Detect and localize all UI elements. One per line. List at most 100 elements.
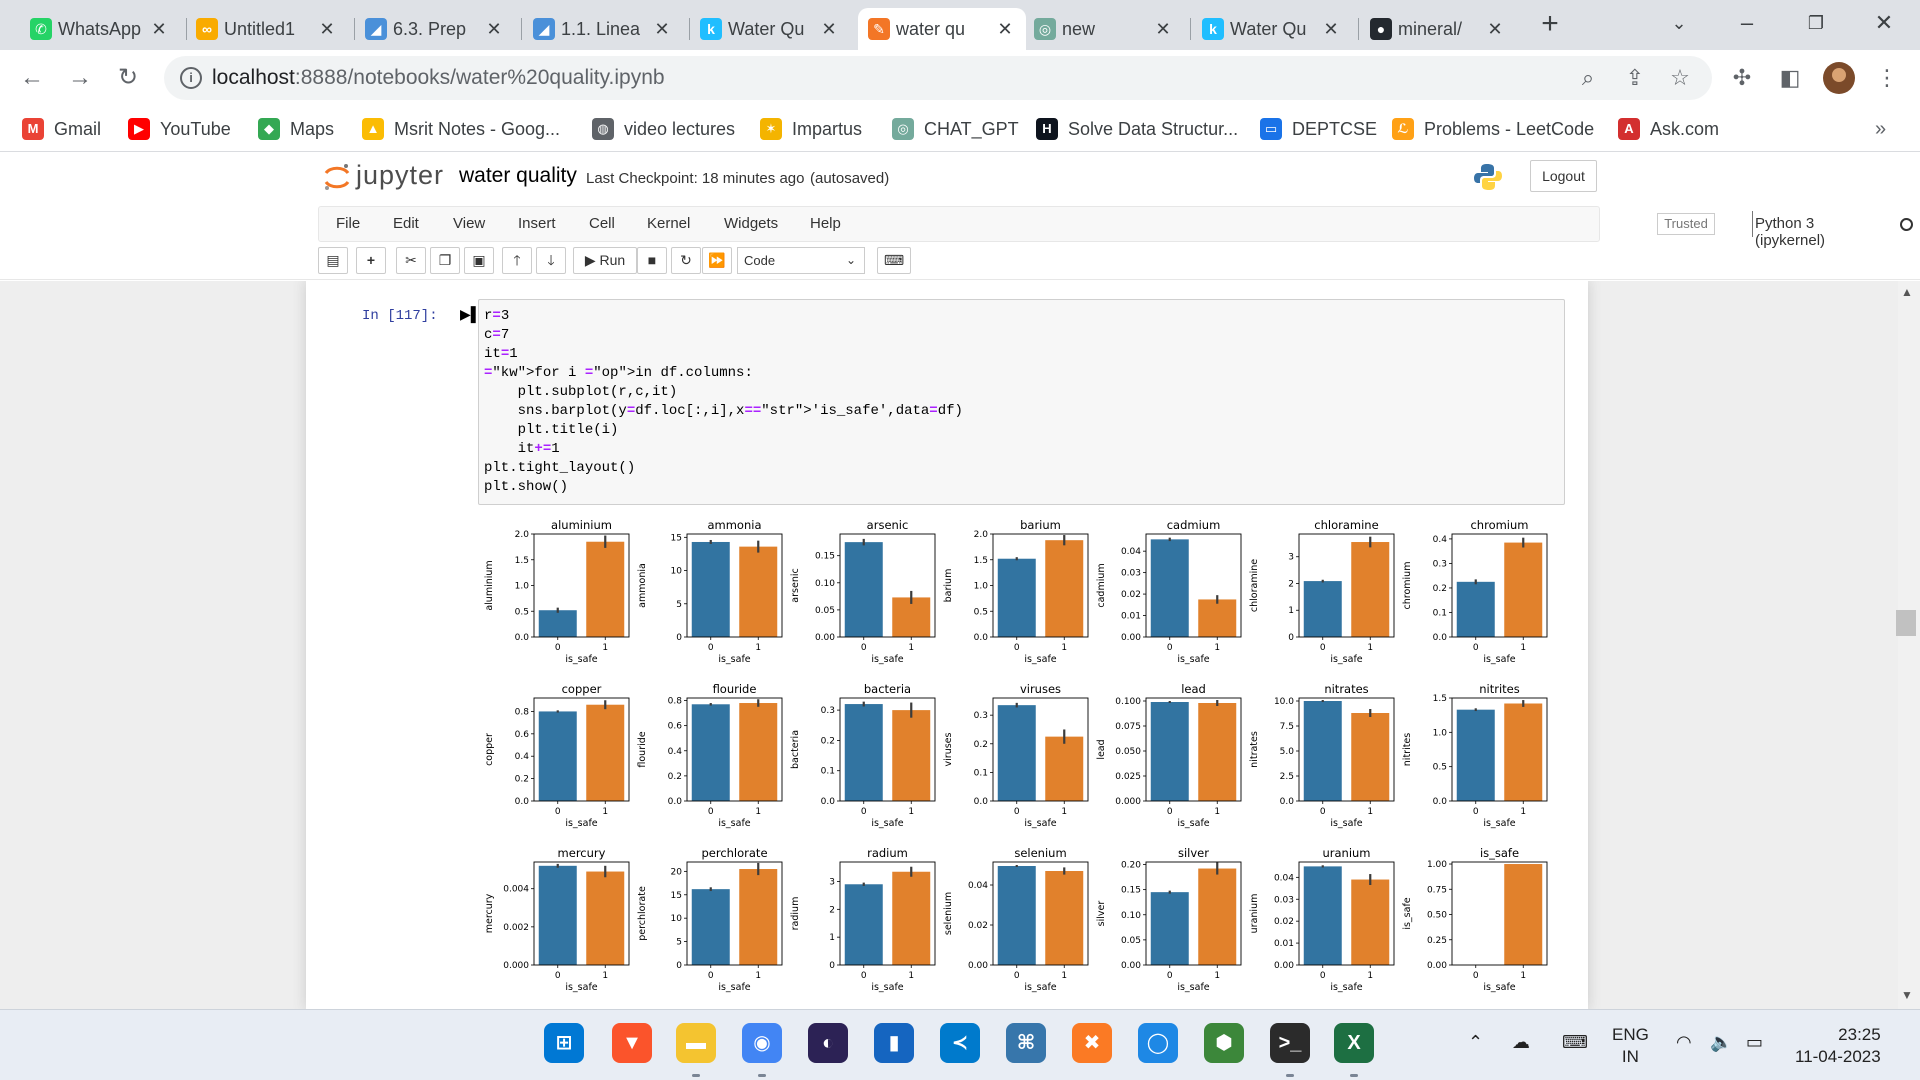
language-indicator[interactable]: ENG IN	[1612, 1024, 1649, 1068]
share-icon[interactable]: ⇪	[1622, 65, 1648, 91]
tab-search-icon[interactable]: ⌄	[1659, 8, 1699, 38]
bookmark-item[interactable]: M Gmail	[22, 114, 101, 144]
restore-button[interactable]: ❐	[1796, 8, 1836, 38]
close-tab-icon[interactable]: ✕	[1484, 19, 1506, 40]
logout-button[interactable]: Logout	[1530, 160, 1597, 192]
scrollbar[interactable]	[1898, 281, 1920, 1009]
close-tab-icon[interactable]: ✕	[1152, 19, 1174, 40]
zoom-icon[interactable]: ⌕	[1575, 65, 1601, 91]
insert-cell-icon[interactable]: +	[356, 247, 386, 274]
windows-start-icon[interactable]: ⊞	[544, 1023, 584, 1063]
trusted-badge[interactable]: Trusted	[1657, 213, 1715, 235]
code-cell[interactable]: r=3 c=7 it=1 ="kw">for i ="op">in df.column…	[478, 299, 1565, 505]
chrome-icon[interactable]: ◉	[742, 1023, 782, 1063]
close-tab-icon[interactable]: ✕	[651, 19, 673, 40]
browser-tab[interactable]: ∞ Untitled1 ✕	[196, 8, 348, 50]
menu-edit[interactable]: Edit	[393, 215, 419, 232]
nodejs-icon[interactable]: ⬢	[1204, 1023, 1244, 1063]
jupyter-logo-icon[interactable]	[322, 162, 352, 192]
browser-tab[interactable]: ● mineral/ ✕	[1370, 8, 1516, 50]
scroll-down-icon[interactable]: ▼	[1901, 988, 1913, 1002]
interrupt-icon[interactable]: ■	[637, 247, 667, 274]
save-icon[interactable]: ▤	[318, 247, 348, 274]
minimize-button[interactable]: –	[1727, 8, 1767, 38]
show-hidden-icons-chevron-icon[interactable]: ⌃	[1468, 1032, 1483, 1053]
move-down-icon[interactable]: 🡓	[536, 247, 566, 274]
jupyter-brand[interactable]: jupyter	[356, 160, 444, 191]
close-tab-icon[interactable]: ✕	[316, 19, 338, 40]
bookmark-item[interactable]: ◍ video lectures	[592, 114, 735, 144]
browser-tab[interactable]: ✆ WhatsApp ✕	[30, 8, 180, 50]
browser-tab[interactable]: ◢ 1.1. Linea ✕	[533, 8, 683, 50]
cell-type-select[interactable]: Code ⌄	[737, 247, 865, 274]
back-icon[interactable]: ←	[16, 62, 48, 94]
bookmark-item[interactable]: ▭ DEPTCSE	[1260, 114, 1377, 144]
profile-avatar[interactable]	[1823, 62, 1855, 94]
bookmark-star-icon[interactable]: ☆	[1667, 65, 1693, 91]
clock[interactable]: 23:25 11-04-2023	[1795, 1024, 1881, 1068]
vscode-icon[interactable]: ≺	[940, 1023, 980, 1063]
keyboard-icon[interactable]: ⌨	[877, 247, 911, 274]
new-tab-button[interactable]: +	[1535, 9, 1565, 40]
close-window-button[interactable]: ✕	[1864, 8, 1904, 38]
more-bookmarks-icon[interactable]: »	[1875, 118, 1886, 141]
bookmark-item[interactable]: ◆ Maps	[258, 114, 334, 144]
bookmark-item[interactable]: ▶ YouTube	[128, 114, 231, 144]
kernel-name[interactable]: Python 3 (ipykernel)	[1755, 215, 1825, 249]
onedrive-cloud-icon[interactable]: ☁	[1512, 1032, 1530, 1053]
menu-file[interactable]: File	[336, 215, 360, 232]
browser-tab[interactable]: k Water Qu ✕	[700, 8, 850, 50]
menu-cell[interactable]: Cell	[589, 215, 615, 232]
close-tab-icon[interactable]: ✕	[148, 19, 170, 40]
menu-kernel[interactable]: Kernel	[647, 215, 690, 232]
bookmark-item[interactable]: ▲ Msrit Notes - Goog...	[362, 114, 560, 144]
menu-widgets[interactable]: Widgets	[724, 215, 778, 232]
side-panel-icon[interactable]: ◧	[1774, 62, 1806, 94]
file-explorer-icon[interactable]: ▬	[676, 1023, 716, 1063]
browser-tab[interactable]: ◢ 6.3. Prep ✕	[365, 8, 515, 50]
bookmark-item[interactable]: A Ask.com	[1618, 114, 1719, 144]
browser-tab[interactable]: ◎ new ✕	[1034, 8, 1184, 50]
menu-help[interactable]: Help	[810, 215, 841, 232]
menu-insert[interactable]: Insert	[518, 215, 556, 232]
close-tab-icon[interactable]: ✕	[483, 19, 505, 40]
eclipse-icon[interactable]: ◐	[808, 1023, 848, 1063]
browser-tab[interactable]: k Water Qu ✕	[1202, 8, 1352, 50]
reload-icon[interactable]: ↻	[112, 62, 144, 94]
cut-icon[interactable]: ✂	[396, 247, 426, 274]
code-editor[interactable]: r=3 c=7 it=1 ="kw">for i ="op">in df.column…	[484, 307, 963, 497]
python-idle-icon[interactable]: ⌘	[1006, 1023, 1046, 1063]
bookmark-item[interactable]: ✶ Impartus	[760, 114, 862, 144]
browser-blue-icon[interactable]: ◯	[1138, 1023, 1178, 1063]
battery-icon[interactable]: ▭	[1746, 1032, 1763, 1053]
bookmark-item[interactable]: H Solve Data Structur...	[1036, 114, 1238, 144]
copy-icon[interactable]: ❐	[430, 247, 460, 274]
xampp-icon[interactable]: ✖	[1072, 1023, 1112, 1063]
bookmark-item[interactable]: ◎ CHAT_GPT	[892, 114, 1019, 144]
browser-tab[interactable]: ✎ water qu ✕	[858, 8, 1026, 50]
notebook-name[interactable]: water quality	[459, 164, 577, 188]
close-tab-icon[interactable]: ✕	[1320, 19, 1342, 40]
terminal-icon[interactable]: >_	[1270, 1023, 1310, 1063]
volume-icon[interactable]: 🔈	[1710, 1032, 1732, 1053]
site-info-icon[interactable]: i	[180, 67, 202, 89]
close-tab-icon[interactable]: ✕	[818, 19, 840, 40]
extensions-icon[interactable]: ✣	[1726, 62, 1758, 94]
address-bar[interactable]: i localhost:8888/notebooks/water%20quali…	[164, 56, 1712, 100]
menu-kebab-icon[interactable]: ⋮	[1871, 62, 1903, 94]
app-blue-icon[interactable]: ▮	[874, 1023, 914, 1063]
brave-icon[interactable]: ▼	[612, 1023, 652, 1063]
scrollbar-thumb[interactable]	[1896, 610, 1916, 636]
keyboard-icon[interactable]: ⌨	[1562, 1032, 1588, 1053]
restart-icon[interactable]: ↻	[671, 247, 701, 274]
close-tab-icon[interactable]: ✕	[994, 19, 1016, 40]
menu-view[interactable]: View	[453, 215, 485, 232]
forward-icon[interactable]: →	[64, 62, 96, 94]
bookmark-item[interactable]: ℒ Problems - LeetCode	[1392, 114, 1594, 144]
excel-icon[interactable]: X	[1334, 1023, 1374, 1063]
wifi-icon[interactable]: ◠	[1676, 1032, 1692, 1053]
restart-run-all-icon[interactable]: ⏩	[702, 247, 732, 274]
move-up-icon[interactable]: 🡑	[502, 247, 532, 274]
run-button[interactable]: ▶ Run	[573, 247, 637, 274]
paste-icon[interactable]: ▣	[464, 247, 494, 274]
